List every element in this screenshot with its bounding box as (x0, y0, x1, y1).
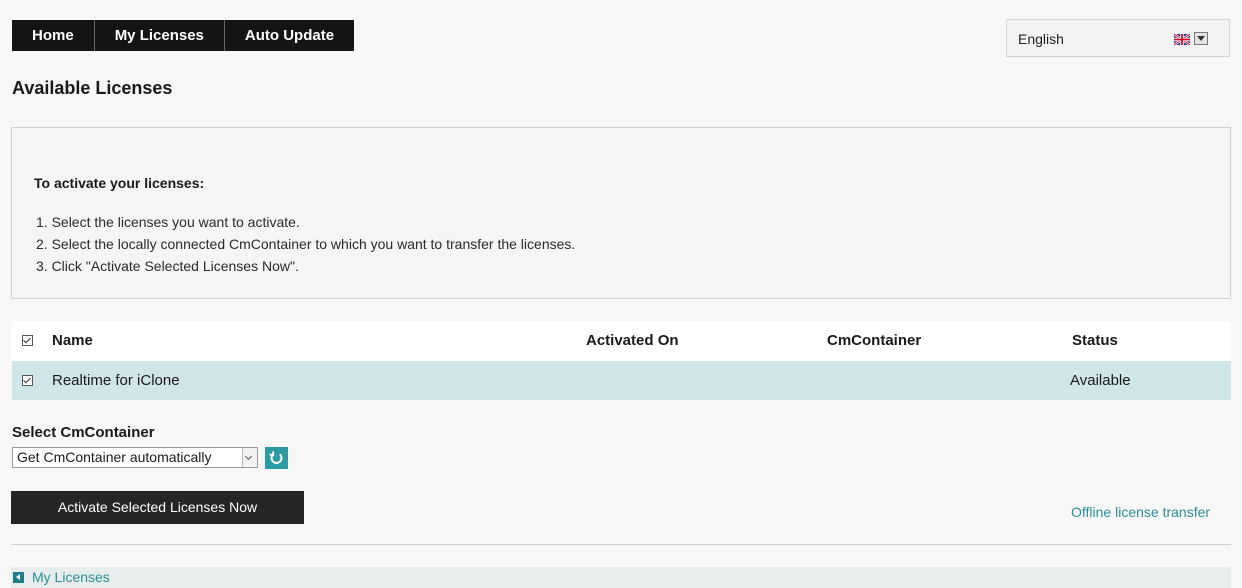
cmcontainer-selected: Get CmContainer automatically (17, 449, 212, 465)
table-row[interactable]: Realtime for iClone Available (12, 361, 1231, 400)
back-arrow-icon (13, 572, 24, 583)
back-link-label: My Licenses (32, 569, 110, 585)
instruction-step: 3. Click "Activate Selected Licenses Now… (36, 258, 299, 274)
column-header-name[interactable]: Name (52, 321, 93, 361)
nav-my-licenses[interactable]: My Licenses (95, 20, 225, 51)
refresh-icon (269, 451, 283, 464)
instructions-title: To activate your licenses: (34, 175, 205, 191)
instruction-step: 1. Select the licenses you want to activ… (36, 214, 300, 230)
chevron-down-icon[interactable] (242, 448, 257, 467)
nav-auto-update[interactable]: Auto Update (225, 20, 354, 51)
activate-licenses-button[interactable]: Activate Selected Licenses Now (11, 491, 304, 524)
licenses-table-header: Name Activated On CmContainer Status (12, 321, 1231, 361)
column-header-status[interactable]: Status (1072, 321, 1118, 361)
nav-home[interactable]: Home (12, 20, 95, 51)
license-page: Home My Licenses Auto Update English Ava… (0, 0, 1242, 588)
dropdown-arrow-icon[interactable] (1194, 32, 1208, 45)
instructions-panel: To activate your licenses: 1. Select the… (11, 127, 1231, 299)
select-all-checkbox[interactable] (22, 335, 33, 346)
language-selected: English (1018, 31, 1064, 47)
top-nav: Home My Licenses Auto Update (12, 20, 355, 51)
language-select[interactable]: English (1006, 19, 1230, 57)
offline-license-transfer-link[interactable]: Offline license transfer (1071, 504, 1210, 520)
divider (11, 544, 1231, 545)
refresh-button[interactable] (265, 447, 288, 469)
select-container-label: Select CmContainer (12, 424, 155, 441)
instruction-step: 2. Select the locally connected CmContai… (36, 236, 576, 252)
column-header-activated-on[interactable]: Activated On (586, 321, 679, 361)
uk-flag-icon (1174, 34, 1190, 45)
cmcontainer-select[interactable]: Get CmContainer automatically (12, 447, 258, 468)
license-status: Available (1070, 372, 1131, 389)
column-header-cmcontainer[interactable]: CmContainer (827, 321, 921, 361)
license-name: Realtime for iClone (52, 372, 180, 389)
footer-bar: My Licenses (11, 567, 1231, 588)
page-title: Available Licenses (12, 78, 173, 98)
row-checkbox[interactable] (22, 375, 33, 386)
